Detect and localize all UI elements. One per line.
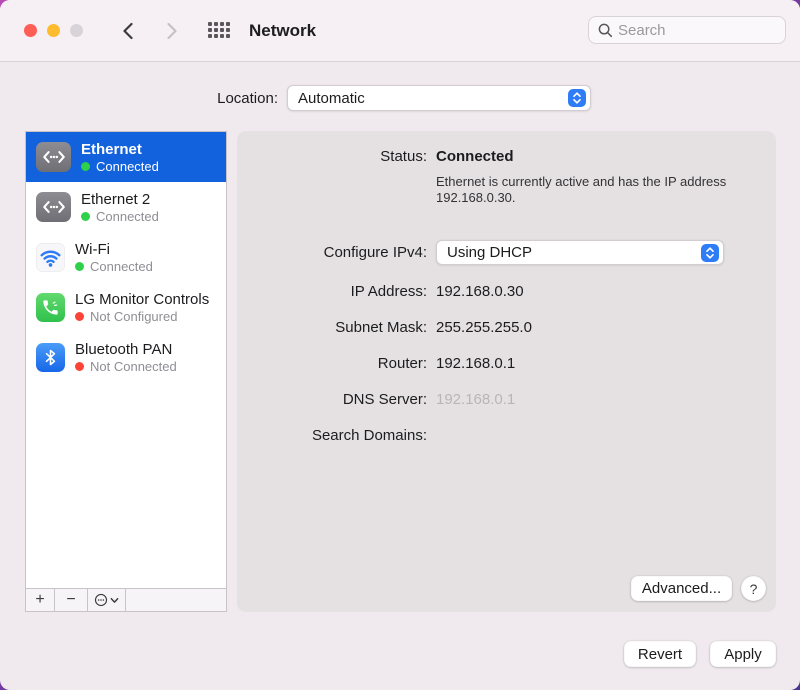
dns-server-row: DNS Server: 192.168.0.1 [237, 390, 776, 409]
apply-button[interactable]: Apply [710, 641, 776, 667]
search-field[interactable] [588, 16, 786, 44]
location-dropdown[interactable]: Automatic [287, 85, 591, 111]
wifi-icon [36, 242, 65, 272]
configure-ipv4-row: Configure IPv4: Using DHCP [237, 240, 776, 265]
router-label: Router: [377, 355, 427, 372]
dns-server-label: DNS Server: [342, 391, 427, 408]
service-status: Connected [96, 158, 159, 174]
subnet-mask-label: Subnet Mask: [335, 319, 427, 336]
service-item-wifi[interactable]: Wi-Fi Connected [26, 232, 226, 282]
service-name: Wi-Fi [75, 240, 110, 258]
subnet-mask-row: Subnet Mask: 255.255.255.0 [237, 318, 776, 337]
network-preferences-window: Network Location: Automatic [0, 0, 800, 690]
zoom-button-disabled [70, 24, 83, 37]
ellipsis-circle-icon [94, 593, 108, 607]
show-all-grid-icon[interactable] [208, 22, 230, 38]
search-domains-label: Search Domains: [311, 427, 427, 444]
configure-ipv4-value: Using DHCP [447, 244, 533, 261]
ip-address-value: 192.168.0.30 [436, 283, 524, 300]
search-icon [598, 23, 613, 37]
service-status: Connected [90, 258, 153, 274]
configure-ipv4-label: Configure IPv4: [323, 244, 427, 261]
ip-address-row: IP Address: 192.168.0.30 [237, 282, 776, 301]
chevron-right-icon [167, 22, 177, 40]
service-status: Not Configured [90, 308, 178, 324]
service-name: LG Monitor Controls [75, 290, 210, 308]
service-status: Connected [96, 208, 159, 224]
router-value: 192.168.0.1 [436, 355, 516, 372]
back-button[interactable] [118, 21, 138, 41]
router-row: Router: 192.168.0.1 [237, 354, 776, 373]
location-row: Location: Automatic [25, 85, 591, 111]
status-dot-red [75, 311, 84, 321]
dropdown-stepper-icon [568, 89, 586, 107]
titlebar: Network [0, 0, 800, 62]
close-button[interactable] [24, 24, 37, 37]
service-item-ethernet[interactable]: Ethernet Connected [26, 132, 226, 182]
connection-details-panel: Status: Connected Ethernet is currently … [237, 131, 776, 612]
ethernet-icon [36, 142, 71, 172]
service-list: Ethernet Connected Ethernet 2 Connected … [26, 132, 226, 588]
chevron-down-icon [110, 597, 119, 603]
status-description-row: Ethernet is currently active and has the… [237, 174, 776, 206]
advanced-button[interactable]: Advanced... [631, 576, 732, 601]
service-item-lg-monitor-controls[interactable]: LG Monitor Controls Not Configured [26, 282, 226, 332]
service-name: Bluetooth PAN [75, 340, 173, 358]
status-description: Ethernet is currently active and has the… [436, 174, 727, 205]
status-dot-green [75, 261, 84, 271]
bluetooth-icon [36, 342, 65, 372]
status-dot-red [75, 361, 84, 371]
search-domains-row: Search Domains: [237, 426, 776, 445]
advanced-area: Advanced... ? [631, 576, 766, 601]
chevron-left-icon [123, 22, 133, 40]
add-service-button[interactable]: + [26, 589, 55, 611]
more-actions-button[interactable] [88, 589, 126, 611]
status-row: Status: Connected [237, 148, 776, 165]
dns-server-value: 192.168.0.1 [436, 391, 516, 408]
subnet-mask-value: 255.255.255.0 [436, 319, 532, 336]
status-dot-green [81, 161, 90, 171]
configure-ipv4-dropdown[interactable]: Using DHCP [436, 240, 724, 265]
remove-service-button[interactable]: − [55, 589, 88, 611]
minimize-button[interactable] [47, 24, 60, 37]
traffic-lights [24, 24, 83, 37]
service-name: Ethernet [81, 140, 142, 158]
ethernet-icon [36, 192, 71, 222]
location-label: Location: [217, 89, 278, 107]
service-item-ethernet-2[interactable]: Ethernet 2 Connected [26, 182, 226, 232]
help-button[interactable]: ? [741, 576, 766, 601]
ip-address-label: IP Address: [350, 283, 427, 300]
phone-icon [36, 292, 65, 322]
service-item-bluetooth-pan[interactable]: Bluetooth PAN Not Connected [26, 332, 226, 382]
service-name: Ethernet 2 [81, 190, 151, 208]
status-value: Connected [436, 148, 514, 165]
service-status: Not Connected [90, 358, 177, 374]
network-services-sidebar: Ethernet Connected Ethernet 2 Connected … [25, 131, 227, 612]
sidebar-toolbar: + − [26, 588, 226, 611]
location-dropdown-value: Automatic [298, 89, 365, 107]
page-title: Network [249, 21, 317, 40]
forward-button-disabled [162, 21, 182, 41]
status-label: Status: [380, 148, 427, 165]
status-dot-green [81, 211, 90, 221]
revert-button[interactable]: Revert [624, 641, 696, 667]
search-input[interactable] [618, 21, 768, 39]
footer-buttons: Revert Apply [624, 641, 776, 667]
dropdown-stepper-icon [701, 243, 719, 262]
